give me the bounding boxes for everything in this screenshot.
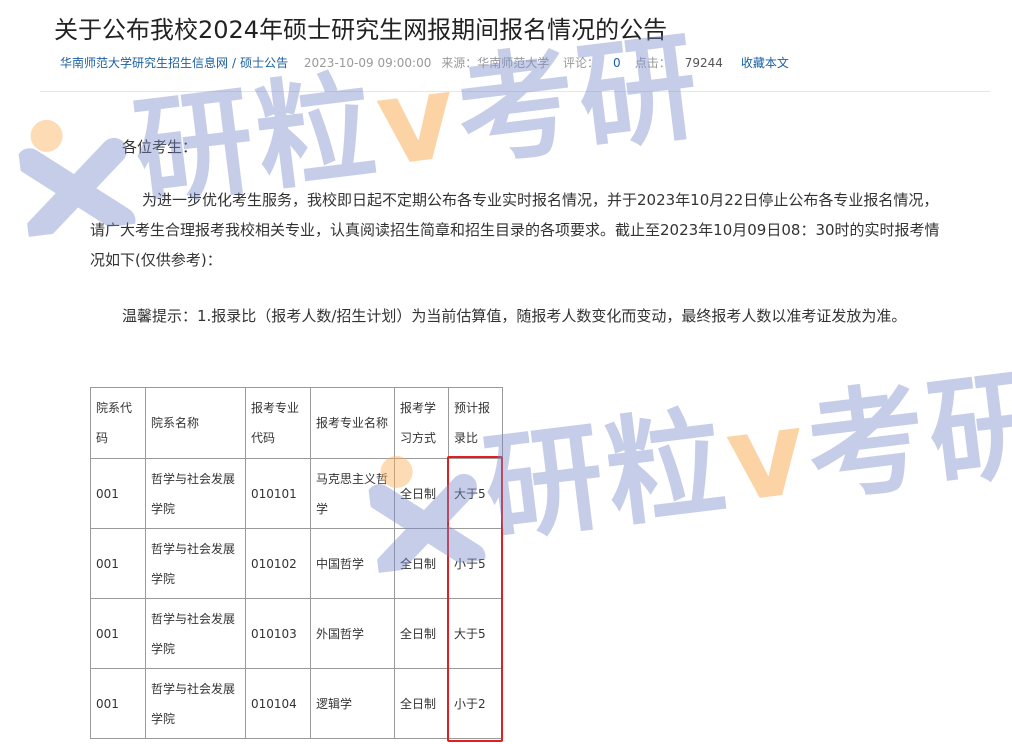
header-major-code: 报考专业代码 [245,387,311,459]
breadcrumb-separator: / [232,56,237,70]
watermark-text-b: 考研 [799,352,1012,520]
table-header-row: 院系代码 院系名称 报考专业代码 报考专业名称 报考学习方式 预计报录比 [90,387,503,459]
header-dept-code: 院系代码 [90,387,146,459]
table-row: 001 哲学与社会发展学院 010102 中国哲学 全日制 小于5 [90,528,503,599]
cell-major-name: 马克思主义哲学 [310,458,395,529]
cell-dept-code: 001 [90,668,146,739]
cell-study-mode: 全日制 [394,528,449,599]
cell-ratio: 大于5 [448,598,503,669]
cell-dept-name: 哲学与社会发展学院 [145,668,246,739]
article-meta: 华南师范大学研究生招生信息网 / 硕士公告 2023-10-09 09:00:00 … [60,53,789,73]
watermark-text-v: v [719,382,817,529]
header-ratio: 预计报录比 [448,387,503,459]
cell-major-code: 010102 [245,528,311,599]
header-study-mode: 报考学习方式 [394,387,449,459]
watermark-text-a: 研粒 [477,392,737,559]
notice-paragraph: 温馨提示：1.报录比（报考人数/招生计划）为当前估算值，随报考人数变化而变动，最… [122,307,907,325]
clicks-label: 点击： [634,56,671,70]
cell-major-name: 逻辑学 [310,668,395,739]
article-page: 关于公布我校2024年硕士研究生网报期间报名情况的公告 华南师范大学研究生招生信… [0,0,1012,744]
cell-major-code: 010101 [245,458,311,529]
publish-datetime: 2023-10-09 09:00:00 [303,56,432,70]
title-divider [40,91,990,92]
table-row: 001 哲学与社会发展学院 010103 外国哲学 全日制 大于5 [90,598,503,669]
cell-dept-code: 001 [90,528,146,599]
cell-dept-name: 哲学与社会发展学院 [145,458,246,529]
header-dept-name: 院系名称 [145,387,246,459]
clicks-count: 79244 [684,56,723,70]
cell-dept-name: 哲学与社会发展学院 [145,528,246,599]
cell-study-mode: 全日制 [394,598,449,669]
table-row: 001 哲学与社会发展学院 010104 逻辑学 全日制 小于2 [90,668,503,739]
cell-study-mode: 全日制 [394,458,449,529]
greeting: 各位考生： [122,138,198,156]
cell-ratio: 小于5 [448,528,503,599]
cell-major-code: 010103 [245,598,311,669]
cell-dept-code: 001 [90,458,146,529]
source-label: 来源：华南师范大学 [441,56,550,70]
comments-count[interactable]: 0 [613,56,621,70]
intro-paragraph: 为进一步优化考生服务，我校即日起不定期公布各专业实时报名情况，并于2023年10… [90,191,940,269]
registration-table: 院系代码 院系名称 报考专业代码 报考专业名称 报考学习方式 预计报录比 001… [90,387,503,739]
cell-major-name: 中国哲学 [310,528,395,599]
cell-ratio: 小于2 [448,668,503,739]
cell-major-name: 外国哲学 [310,598,395,669]
table-row: 001 哲学与社会发展学院 010101 马克思主义哲学 全日制 大于5 [90,458,503,529]
category-link[interactable]: 硕士公告 [240,56,288,70]
cell-ratio: 大于5 [448,458,503,529]
cell-dept-name: 哲学与社会发展学院 [145,598,246,669]
site-link[interactable]: 华南师范大学研究生招生信息网 [60,56,228,70]
header-major-name: 报考专业名称 [310,387,395,459]
cell-dept-code: 001 [90,598,146,669]
cell-study-mode: 全日制 [394,668,449,739]
favorite-link[interactable]: 收藏本文 [741,56,789,70]
page-title: 关于公布我校2024年硕士研究生网报期间报名情况的公告 [54,16,668,44]
cell-major-code: 010104 [245,668,311,739]
comments-label: 评论： [563,56,600,70]
